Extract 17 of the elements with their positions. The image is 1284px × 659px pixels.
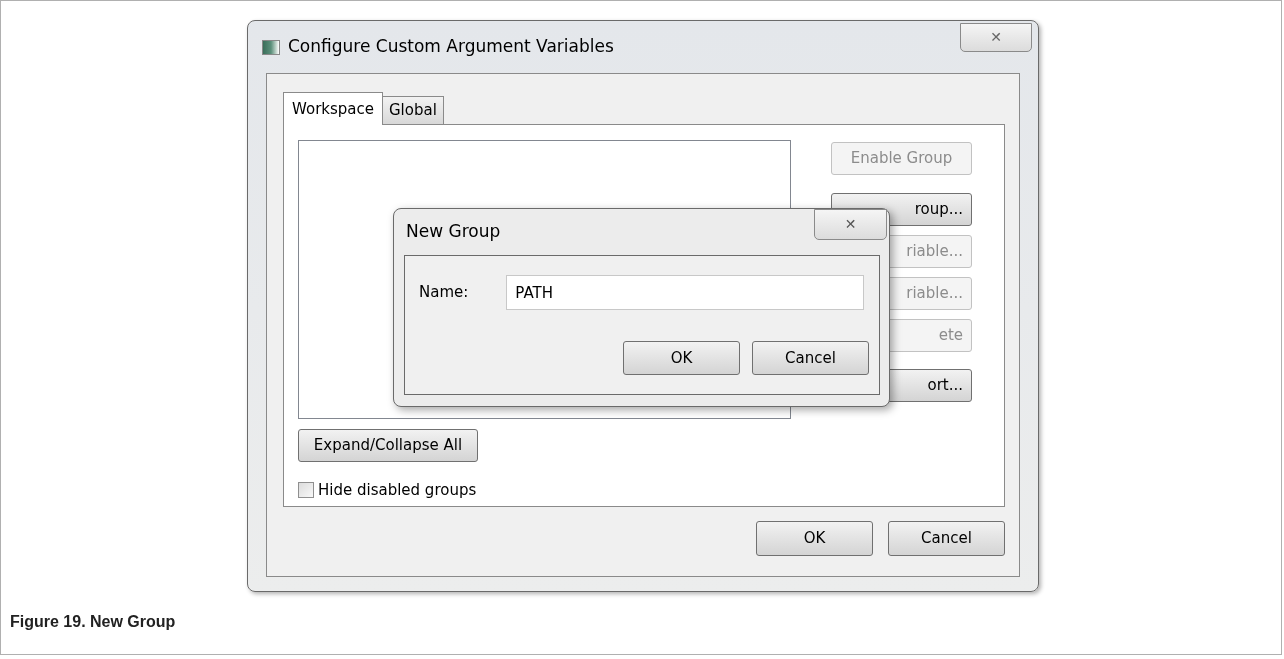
name-input[interactable]: PATH [506,275,865,310]
name-label: Name: [419,282,469,304]
figure-caption: Figure 19. New Group [10,613,176,630]
close-button[interactable]: ✕ [960,23,1032,52]
expand-collapse-button[interactable]: Expand/Collapse All [298,429,478,462]
dialog-button[interactable]: Cancel [752,341,869,375]
tab[interactable]: Workspace [283,92,383,125]
window-title: Configure Custom Argument Variables [288,35,614,59]
footer-button[interactable]: OK [756,521,873,556]
app-icon [262,39,280,55]
tab[interactable]: Global [383,96,444,124]
checkbox[interactable] [298,482,314,499]
checkbox-label: Hide disabled groups [318,480,477,501]
footer-button[interactable]: Cancel [888,521,1005,556]
dialog-button[interactable]: OK [623,341,740,375]
close-button[interactable]: ✕ [814,209,887,240]
dialog-title: New Group [405,220,501,244]
